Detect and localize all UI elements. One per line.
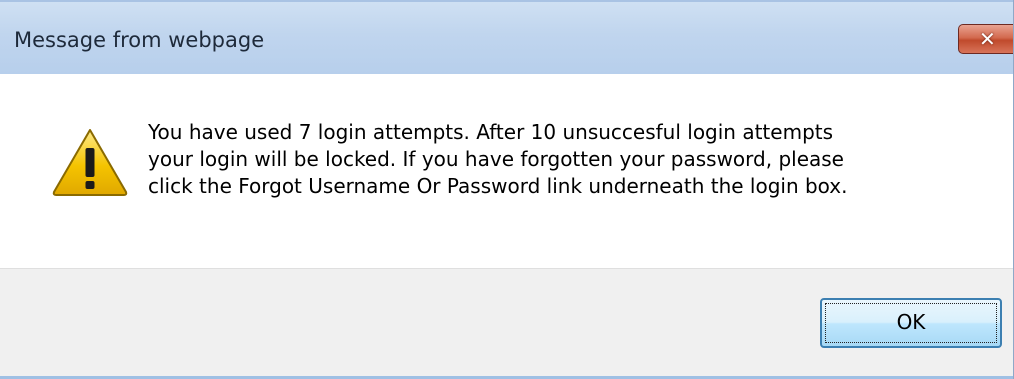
warning-icon xyxy=(52,129,128,196)
message-dialog: Message from webpage ✕ You have used 7 l… xyxy=(0,0,1014,379)
ok-button[interactable]: OK xyxy=(820,298,1002,348)
ok-button-label: OK xyxy=(896,310,926,334)
dialog-footer: OK xyxy=(0,268,1013,379)
message-text: You have used 7 login attempts. After 10… xyxy=(148,119,968,200)
close-icon: ✕ xyxy=(979,27,996,51)
close-button[interactable]: ✕ xyxy=(958,24,1013,54)
message-line: click the Forgot Username Or Password li… xyxy=(148,174,848,198)
dialog-content: You have used 7 login attempts. After 10… xyxy=(0,74,1013,268)
message-line: your login will be locked. If you have f… xyxy=(148,147,844,171)
message-line: You have used 7 login attempts. After 10… xyxy=(148,120,834,144)
dialog-title: Message from webpage xyxy=(14,28,265,52)
title-bar[interactable]: Message from webpage ✕ xyxy=(0,0,1013,74)
